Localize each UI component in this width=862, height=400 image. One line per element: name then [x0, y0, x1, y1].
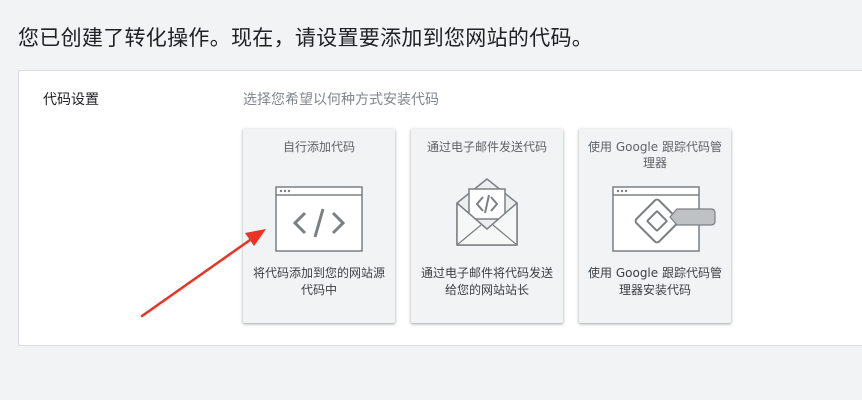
- code-settings-hint: 选择您希望以何种方式安装代码: [243, 92, 439, 108]
- option-card-email[interactable]: 通过电子邮件发送代码 通过电子邮件将代码发送给您的网站站长: [411, 129, 563, 323]
- option-description: 通过电子邮件将代码发送给您的网站站长: [420, 266, 553, 297]
- option-card-tag-manager[interactable]: 使用 Google 跟踪代码管理器 使用 Google 跟踪代码管理器安装代码: [579, 129, 731, 323]
- page-heading: 您已创建了转化操作。现在，请设置要添加到您网站的代码。: [18, 26, 594, 50]
- code-settings-label: 代码设置: [43, 92, 99, 108]
- option-description: 将代码添加到您的网站源代码中: [252, 266, 385, 297]
- code-settings-panel: 代码设置 选择您希望以何种方式安装代码 自行添加代码 将代码添加到您的网站源代码…: [18, 70, 862, 346]
- option-card-self-install[interactable]: 自行添加代码 将代码添加到您的网站源代码中: [243, 129, 395, 323]
- option-description: 使用 Google 跟踪代码管理器安装代码: [588, 266, 722, 297]
